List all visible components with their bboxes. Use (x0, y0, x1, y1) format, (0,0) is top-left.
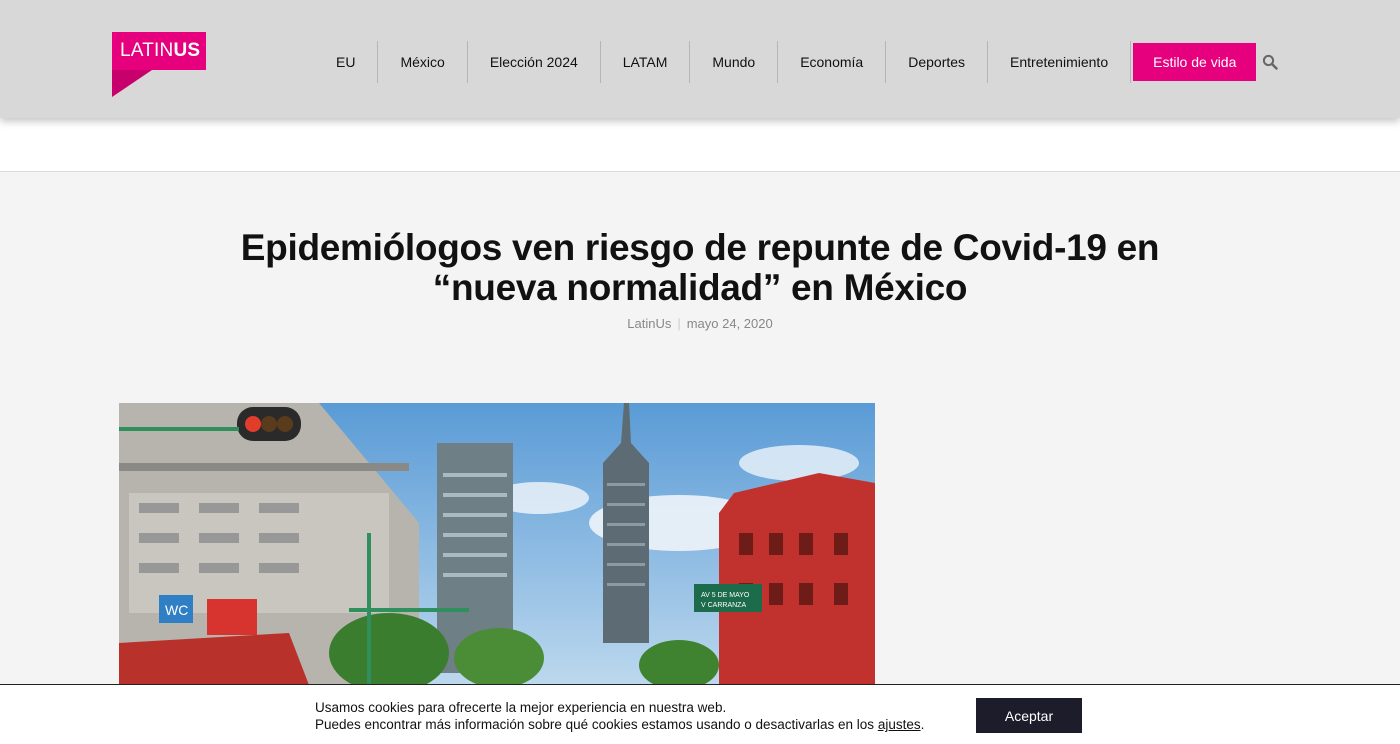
nav-item-eleccion-2024[interactable]: Elección 2024 (468, 41, 601, 83)
cookie-message-line1: Usamos cookies para ofrecerte la mejor e… (315, 700, 727, 715)
logo-tail (112, 70, 152, 97)
nav-item-mexico[interactable]: México (378, 41, 468, 83)
meta-separator: | (677, 316, 681, 331)
hero-street-sign-line1: AV 5 DE MAYO (701, 592, 750, 599)
logo-text-regular: LATIN (120, 40, 174, 61)
hero-photo-mexico-city-street: WC AV 5 DE MAYO V CARRANZA (119, 403, 875, 685)
accept-cookies-button[interactable]: Aceptar (976, 698, 1082, 733)
site-header: LATINUS EU México Elección 2024 LATAM Mu… (0, 0, 1400, 118)
main-nav: EU México Elección 2024 LATAM Mundo Econ… (314, 41, 1257, 83)
cookie-message-line2-end: . (920, 717, 925, 732)
nav-item-estilo-de-vida[interactable]: Estilo de vida (1133, 43, 1257, 81)
search-icon[interactable] (1262, 54, 1278, 70)
article-hero-image: WC AV 5 DE MAYO V CARRANZA (119, 403, 875, 685)
nav-item-economia[interactable]: Economía (778, 41, 887, 83)
nav-item-mundo[interactable]: Mundo (690, 41, 779, 83)
article-author[interactable]: LatinUs (627, 316, 671, 331)
cookie-consent-bar: Usamos cookies para ofrecerte la mejor e… (0, 684, 1400, 744)
logo-text-bold: US (173, 40, 201, 61)
cookie-message-line2-text: Puedes encontrar más información sobre q… (315, 717, 878, 732)
hero-wc-sign: WC (165, 602, 188, 618)
logo-text: LATINUS (120, 40, 200, 62)
cookie-settings-link[interactable]: ajustes (878, 717, 921, 732)
article-title: Epidemiólogos ven riesgo de repunte de C… (200, 228, 1200, 308)
latinus-logo[interactable]: LATINUS (112, 32, 206, 98)
article-date: mayo 24, 2020 (686, 316, 773, 331)
hero-street-sign-line2: V CARRANZA (701, 602, 746, 609)
nav-item-eu[interactable]: EU (314, 41, 379, 83)
nav-item-entretenimiento[interactable]: Entretenimiento (988, 41, 1132, 83)
article-title-line2: “nueva normalidad” en México (432, 267, 968, 308)
article-meta: LatinUs | mayo 24, 2020 (0, 316, 1400, 331)
header-spacer-band (0, 118, 1400, 172)
nav-item-latam[interactable]: LATAM (601, 41, 691, 83)
cookie-message-line2: Puedes encontrar más información sobre q… (315, 716, 924, 733)
cookie-message: Usamos cookies para ofrecerte la mejor e… (315, 699, 924, 733)
article-title-line1: Epidemiólogos ven riesgo de repunte de C… (240, 227, 1160, 268)
nav-item-deportes[interactable]: Deportes (886, 41, 989, 83)
